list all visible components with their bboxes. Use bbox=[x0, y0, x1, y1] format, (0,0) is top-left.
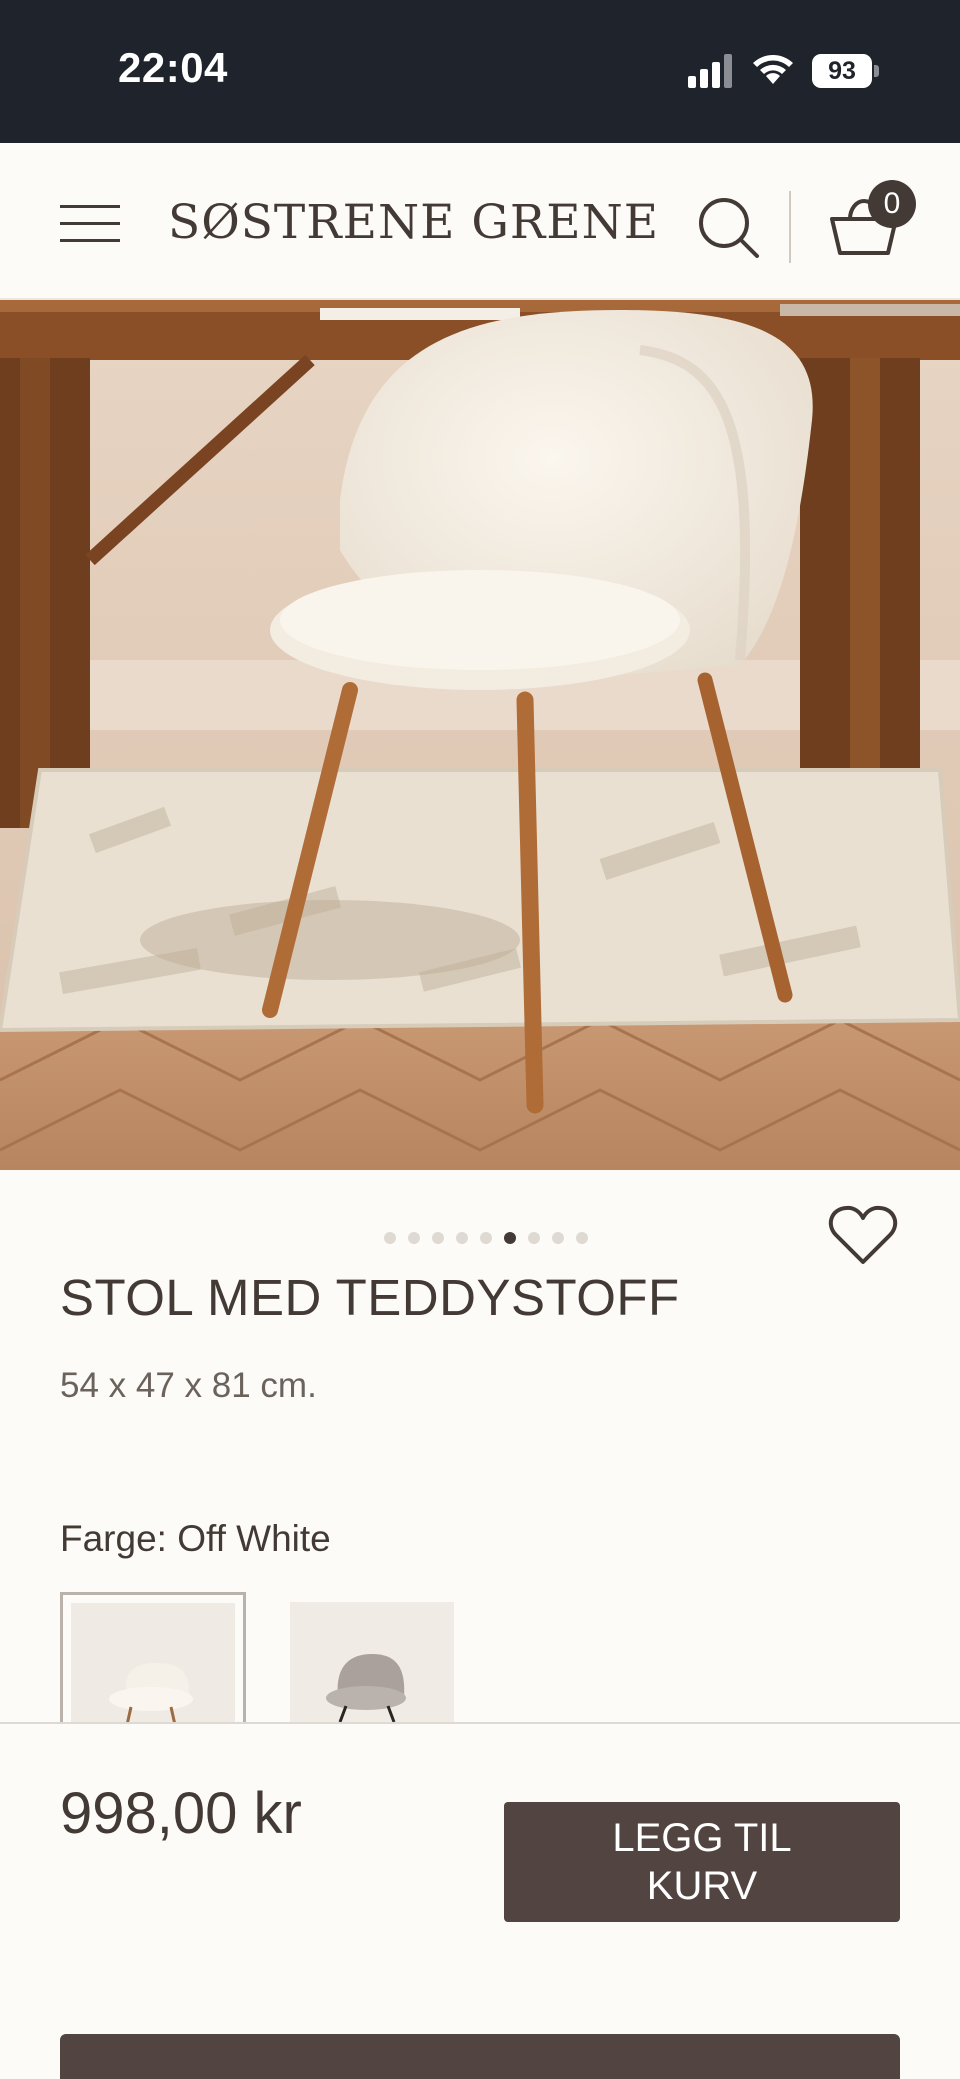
carousel-dot[interactable] bbox=[528, 1232, 540, 1244]
swatch-thumbnail bbox=[290, 1602, 454, 1722]
signal-icon bbox=[688, 54, 732, 88]
product-image[interactable] bbox=[0, 300, 960, 1170]
purchase-bar: 998,00 kr LEGG TIL KURV bbox=[0, 1722, 960, 2079]
carousel-dot[interactable] bbox=[384, 1232, 396, 1244]
secondary-button[interactable] bbox=[60, 2034, 900, 2079]
color-swatch-off-white[interactable] bbox=[60, 1592, 246, 1722]
site-header: SØSTRENE GRENE 0 bbox=[0, 143, 960, 300]
battery-tip bbox=[874, 65, 879, 77]
product-title: STOL MED TEDDYSTOFF bbox=[60, 1269, 680, 1326]
wifi-icon bbox=[753, 55, 793, 84]
color-swatch-grey[interactable] bbox=[290, 1592, 476, 1722]
image-carousel-dots bbox=[384, 1232, 588, 1244]
add-to-cart-button[interactable]: LEGG TIL KURV bbox=[504, 1802, 900, 1922]
swatch-thumbnail bbox=[71, 1603, 235, 1722]
carousel-dot-active[interactable] bbox=[504, 1232, 516, 1244]
swatch-chair-image bbox=[326, 1654, 406, 1722]
carousel-dot[interactable] bbox=[480, 1232, 492, 1244]
brand-logo[interactable]: SØSTRENE GRENE bbox=[168, 193, 658, 253]
carousel-dot[interactable] bbox=[432, 1232, 444, 1244]
header-divider bbox=[789, 191, 791, 263]
product-dimensions: 54 x 47 x 81 cm. bbox=[60, 1366, 317, 1405]
battery-level: 93 bbox=[812, 54, 872, 88]
search-icon[interactable] bbox=[696, 195, 760, 259]
menu-icon[interactable] bbox=[60, 203, 120, 243]
product-price: 998,00 kr bbox=[60, 1781, 302, 1846]
color-label: Farge: Off White bbox=[60, 1518, 331, 1559]
status-time: 22:04 bbox=[118, 44, 228, 91]
carousel-dot[interactable] bbox=[576, 1232, 588, 1244]
status-bar: 22:04 93 bbox=[0, 0, 960, 143]
battery-icon: 93 bbox=[812, 54, 880, 88]
carousel-dot[interactable] bbox=[552, 1232, 564, 1244]
cart-count-badge[interactable]: 0 bbox=[868, 180, 916, 228]
carousel-dot[interactable] bbox=[456, 1232, 468, 1244]
carousel-dot[interactable] bbox=[408, 1232, 420, 1244]
heart-icon[interactable] bbox=[828, 1204, 898, 1266]
swatch-chair-image bbox=[109, 1663, 193, 1722]
